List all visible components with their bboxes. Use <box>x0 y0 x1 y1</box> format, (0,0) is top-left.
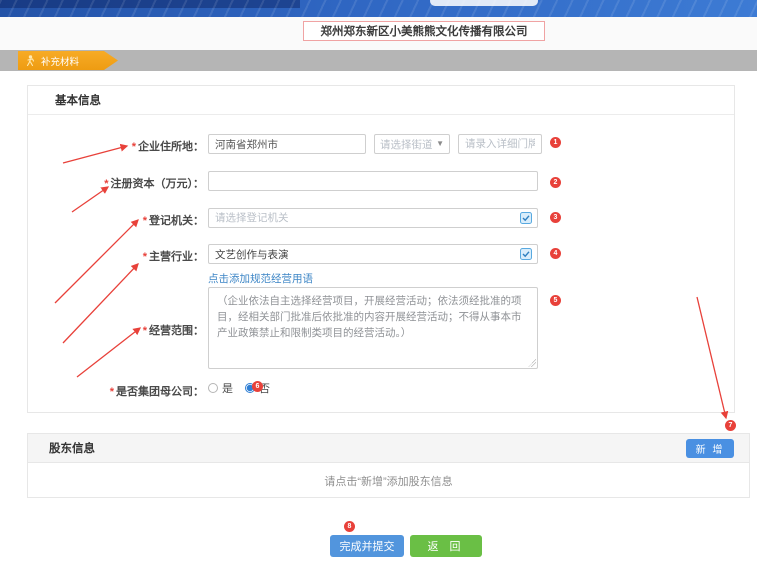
page: 郑州郑东新区小美熊熊文化传播有限公司 补充材料 基本信息 *企业住所地： 请选择… <box>0 0 757 565</box>
industry-input[interactable] <box>208 244 538 264</box>
add-standard-terms-link[interactable]: 点击添加规范经营用语 <box>208 271 313 286</box>
required-asterisk: * <box>132 141 136 153</box>
required-asterisk: * <box>110 386 114 398</box>
submit-button[interactable]: 完成并提交 <box>330 535 404 557</box>
annotation-badge-7: 7 <box>725 420 736 431</box>
breadcrumb-tab-supplement[interactable]: 补充材料 <box>18 51 118 70</box>
required-asterisk: * <box>143 325 147 337</box>
group-parent-label: *是否集团母公司： <box>28 383 204 399</box>
breadcrumb-tab-label: 补充材料 <box>41 54 79 68</box>
shareholder-title: 股东信息 <box>49 440 95 456</box>
add-shareholder-button[interactable]: 新 增 <box>686 439 734 458</box>
person-icon <box>26 55 35 66</box>
industry-picker-icon[interactable] <box>520 248 532 260</box>
shareholder-empty-hint: 请点击“新增”添加股东信息 <box>28 463 749 499</box>
street-select-value: 请选择街道 <box>380 137 433 152</box>
radio-yes[interactable] <box>208 383 218 393</box>
address-label: *企业住所地： <box>28 138 204 154</box>
banner-hatch-pattern <box>0 0 757 17</box>
annotation-badge-1: 1 <box>550 137 561 148</box>
group-parent-radio-group: 是 否 <box>208 381 278 395</box>
annotation-badge-5: 5 <box>550 295 561 306</box>
industry-label: *主营行业： <box>28 248 204 264</box>
top-banner <box>0 0 757 17</box>
authority-picker-icon[interactable] <box>520 212 532 224</box>
radio-yes-label[interactable]: 是 <box>222 380 233 396</box>
authority-input[interactable] <box>208 208 538 228</box>
required-asterisk: * <box>143 215 147 227</box>
scope-label: *经营范围： <box>28 322 204 338</box>
authority-label: *登记机关： <box>28 212 204 228</box>
annotation-badge-3: 3 <box>550 212 561 223</box>
address-city-input[interactable] <box>208 134 366 154</box>
annotation-badge-6: 6 <box>252 381 263 392</box>
scope-textarea[interactable]: （企业依法自主选择经营项目，开展经营活动；依法须经批准的项目，经相关部门批准后依… <box>208 287 538 369</box>
capital-label: *注册资本（万元）： <box>28 175 204 191</box>
required-asterisk: * <box>143 251 147 263</box>
scope-text: （企业依法自主选择经营项目，开展经营活动；依法须经批准的项目，经相关部门批准后依… <box>217 295 522 339</box>
annotation-badge-8: 8 <box>344 521 355 532</box>
shareholder-header: 股东信息 新 增 <box>28 434 749 463</box>
basic-info-section: 基本信息 *企业住所地： 请选择街道 ▼ *注册资本（万元）： *登记机关： *… <box>27 85 735 413</box>
annotation-badge-4: 4 <box>550 248 561 259</box>
shareholder-section: 股东信息 新 增 请点击“新增”添加股东信息 <box>27 433 750 498</box>
required-asterisk: * <box>104 178 108 190</box>
annotation-badge-2: 2 <box>550 177 561 188</box>
basic-info-title: 基本信息 <box>55 92 101 108</box>
banner-searchbox-remnant <box>430 0 538 6</box>
chevron-down-icon: ▼ <box>436 140 444 148</box>
company-name: 郑州郑东新区小美熊熊文化传播有限公司 <box>321 23 528 39</box>
back-button[interactable]: 返 回 <box>410 535 482 557</box>
resize-grip-icon[interactable] <box>528 359 536 367</box>
address-detail-input[interactable] <box>458 134 542 154</box>
capital-input[interactable] <box>208 171 538 191</box>
basic-info-header: 基本信息 <box>28 86 734 115</box>
street-select[interactable]: 请选择街道 ▼ <box>374 134 450 154</box>
company-name-box: 郑州郑东新区小美熊熊文化传播有限公司 <box>303 21 545 41</box>
